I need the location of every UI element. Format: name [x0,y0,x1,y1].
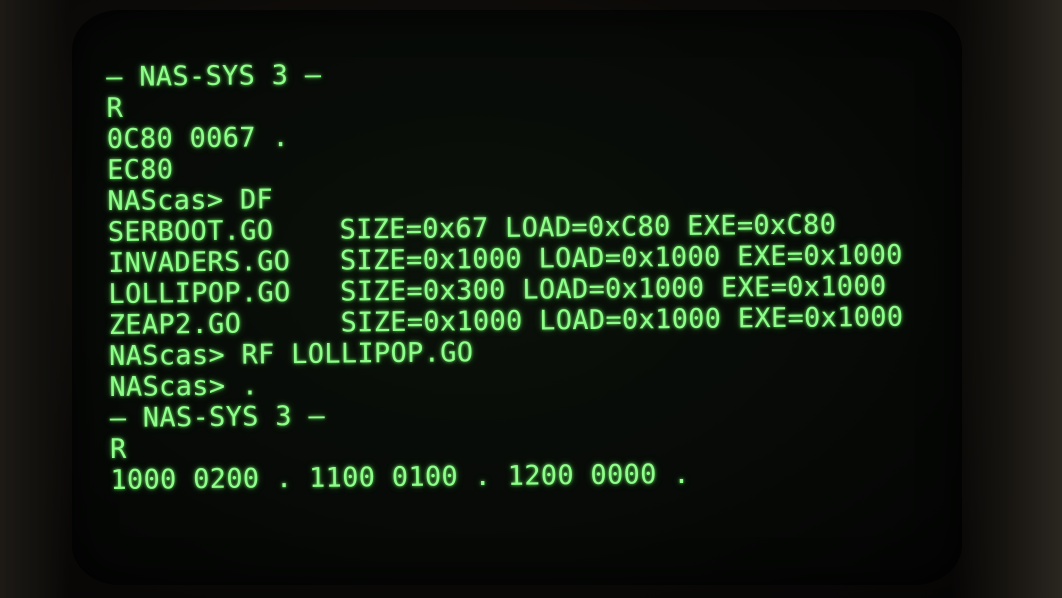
crt-screen[interactable]: — NAS-SYS 3 — R 0C80 0067 . EC80 NAScas>… [72,10,962,585]
monitor-bezel-right-edge [952,0,1062,598]
monitor-bezel-left-edge [0,0,70,598]
terminal-output: — NAS-SYS 3 — R 0C80 0067 . EC80 NAScas>… [106,54,905,496]
